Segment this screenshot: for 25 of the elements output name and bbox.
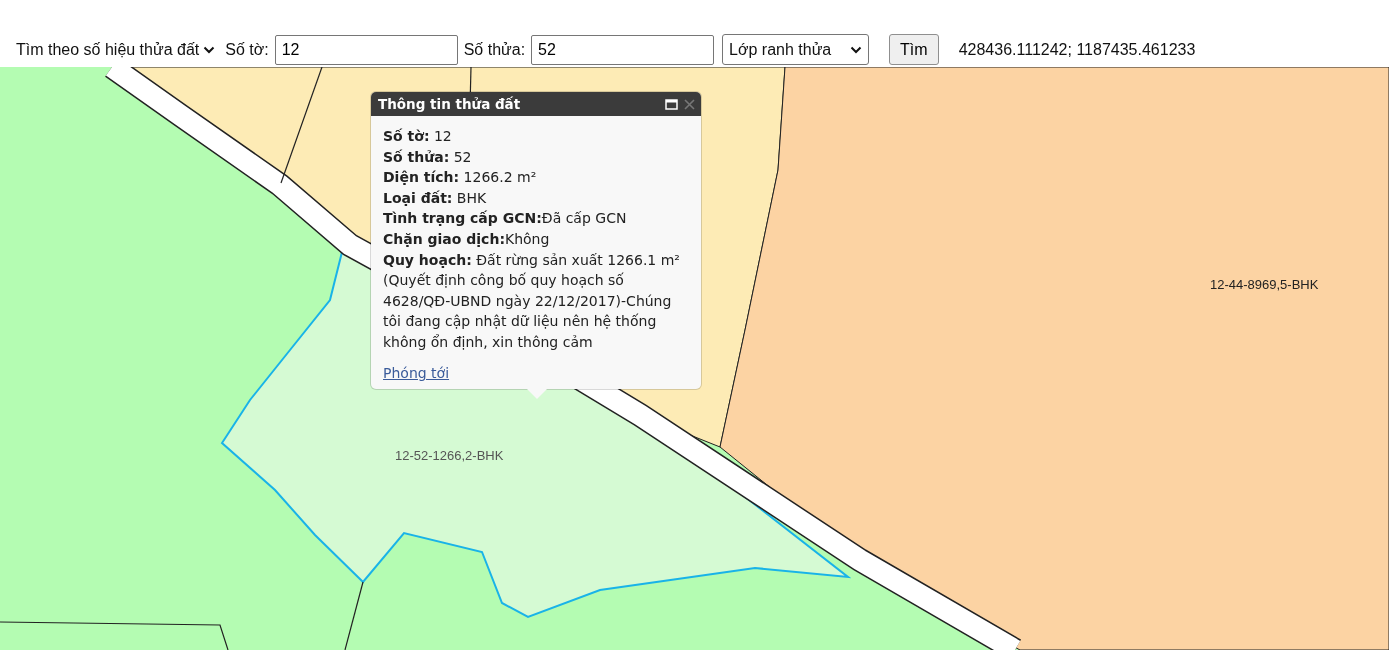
parcel-label: 12-52-1266,2-BHK [395, 448, 504, 463]
search-mode-dropdown[interactable]: Tìm theo số hiệu thửa đất [16, 40, 216, 59]
sheet-label: Số tờ: [225, 40, 269, 59]
caret-icon [850, 45, 863, 54]
zoom-to-link[interactable]: Phóng tới [383, 362, 450, 384]
planning-note: (Quyết định công bố quy hoạch số 4628/QĐ-UBND ngày 22/12/2017)-Chúng tôi đang cập nhật dữ liệu nên hệ thống không ổn định, xin thông cảm [383, 271, 673, 352]
info-line: Diện tích: 1266.2 m² [383, 168, 538, 188]
parcel-label: Số thửa: [463, 40, 526, 59]
coordinates-text: 428436.111242; 1187435.461233 [958, 40, 1196, 59]
maximize-icon[interactable] [665, 98, 678, 110]
caret-icon [203, 45, 216, 54]
info-line: Chặn giao dịch:Không [383, 229, 551, 249]
close-icon[interactable] [684, 98, 695, 110]
info-line: Tình trạng cấp GCN:Đã cấp GCN [383, 209, 628, 229]
layer-dropdown[interactable]: Lớp ranh thửa [722, 34, 870, 65]
info-line: Quy hoạch: Đất rừng sản xuất 1266.1 m² [383, 250, 681, 270]
info-line: Loại đất: BHK [383, 188, 488, 208]
info-line: Số thửa: 52 [383, 147, 473, 167]
parcel-number-field[interactable]: 52 [531, 34, 715, 65]
popup-title: Thông tin thửa đất [378, 96, 522, 112]
info-line: Số tờ: 12 [383, 127, 453, 146]
parcel-label: 12-44-8969,5-BHK [1210, 277, 1319, 292]
search-button[interactable]: Tìm [889, 34, 939, 65]
sheet-number-field[interactable]: 12 [274, 34, 458, 65]
parcel-boundary [344, 581, 364, 650]
